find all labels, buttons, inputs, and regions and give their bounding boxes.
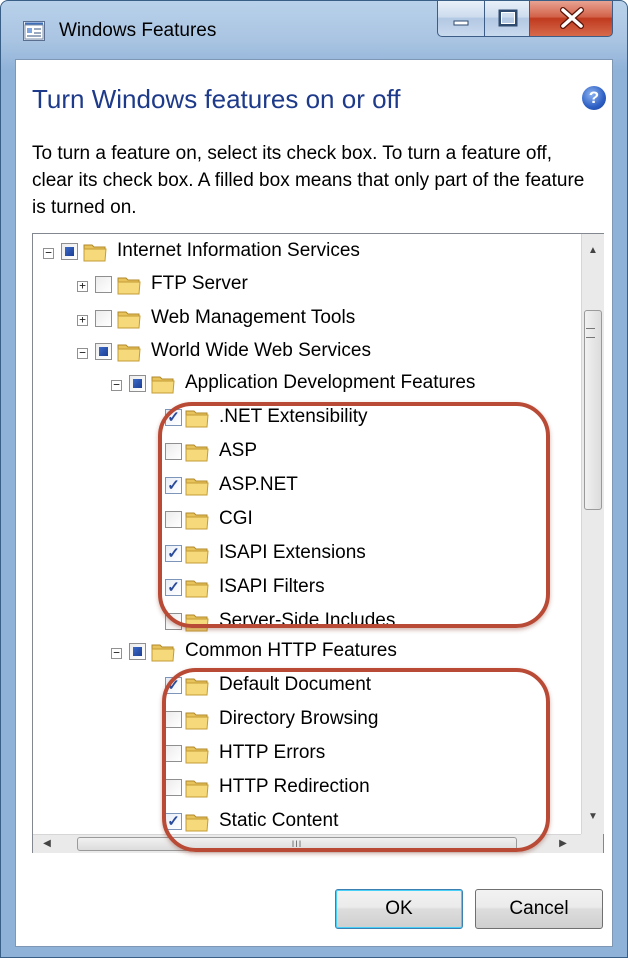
tree-item[interactable]: − Application Development Features bbox=[33, 369, 593, 401]
maximize-icon bbox=[498, 9, 518, 27]
window-title: Windows Features bbox=[59, 20, 217, 41]
minimize-icon bbox=[453, 20, 469, 26]
help-icon[interactable]: ? bbox=[582, 86, 606, 110]
vertical-scrollbar[interactable]: ▲ ▼ bbox=[581, 234, 604, 834]
tree-item-label: Internet Information Services bbox=[117, 240, 360, 261]
feature-checkbox[interactable] bbox=[95, 276, 112, 293]
folder-icon bbox=[83, 241, 107, 262]
collapse-minus-icon[interactable]: − bbox=[111, 647, 122, 659]
folder-icon bbox=[117, 274, 141, 295]
scrollbar-corner bbox=[581, 834, 603, 853]
tree-item[interactable]: − Internet Information Services bbox=[33, 237, 593, 269]
scroll-right-arrow-icon[interactable]: ▶ bbox=[553, 835, 573, 853]
scroll-grip-icon bbox=[586, 328, 595, 338]
collapse-minus-icon[interactable]: − bbox=[43, 247, 54, 259]
title-bar[interactable]: Windows Features bbox=[1, 1, 627, 61]
annotation-highlight-http bbox=[162, 668, 550, 852]
expand-plus-icon[interactable]: + bbox=[77, 314, 88, 326]
instructions-text: To turn a feature on, select its check b… bbox=[32, 143, 585, 218]
collapse-minus-icon[interactable]: − bbox=[77, 347, 88, 359]
collapse-minus-icon[interactable]: − bbox=[111, 379, 122, 391]
expand-plus-icon[interactable]: + bbox=[77, 280, 88, 292]
annotation-highlight-app-dev bbox=[158, 402, 550, 628]
folder-icon bbox=[151, 641, 175, 662]
maximize-button[interactable] bbox=[484, 1, 530, 37]
windows-features-app-icon bbox=[23, 21, 45, 41]
tree-item-label: World Wide Web Services bbox=[151, 340, 371, 361]
tree-item[interactable]: − Common HTTP Features bbox=[33, 637, 593, 669]
feature-checkbox[interactable] bbox=[129, 375, 146, 392]
feature-checkbox[interactable] bbox=[129, 643, 146, 660]
tree-item[interactable]: − World Wide Web Services bbox=[33, 337, 593, 369]
tree-item-label: FTP Server bbox=[151, 273, 248, 294]
ok-button[interactable]: OK bbox=[335, 889, 463, 929]
tree-item-label: Common HTTP Features bbox=[185, 640, 397, 661]
feature-checkbox[interactable] bbox=[95, 310, 112, 327]
cancel-button[interactable]: Cancel bbox=[475, 889, 603, 929]
tree-item[interactable]: + Web Management Tools bbox=[33, 304, 593, 336]
tree-item[interactable]: + FTP Server bbox=[33, 270, 593, 302]
minimize-button[interactable] bbox=[437, 1, 485, 37]
close-button[interactable] bbox=[529, 1, 613, 37]
tree-item-label: Application Development Features bbox=[185, 372, 476, 393]
folder-icon bbox=[117, 341, 141, 362]
vertical-scroll-thumb[interactable] bbox=[584, 310, 602, 510]
tree-item-label: Web Management Tools bbox=[151, 307, 356, 328]
close-icon bbox=[560, 7, 584, 29]
folder-icon bbox=[117, 308, 141, 329]
page-title: Turn Windows features on or off bbox=[32, 84, 401, 114]
scroll-down-arrow-icon[interactable]: ▼ bbox=[582, 806, 604, 828]
scroll-left-arrow-icon[interactable]: ◀ bbox=[37, 835, 57, 853]
folder-icon bbox=[151, 373, 175, 394]
scroll-up-arrow-icon[interactable]: ▲ bbox=[582, 240, 604, 262]
feature-checkbox[interactable] bbox=[95, 343, 112, 360]
feature-checkbox[interactable] bbox=[61, 243, 78, 260]
